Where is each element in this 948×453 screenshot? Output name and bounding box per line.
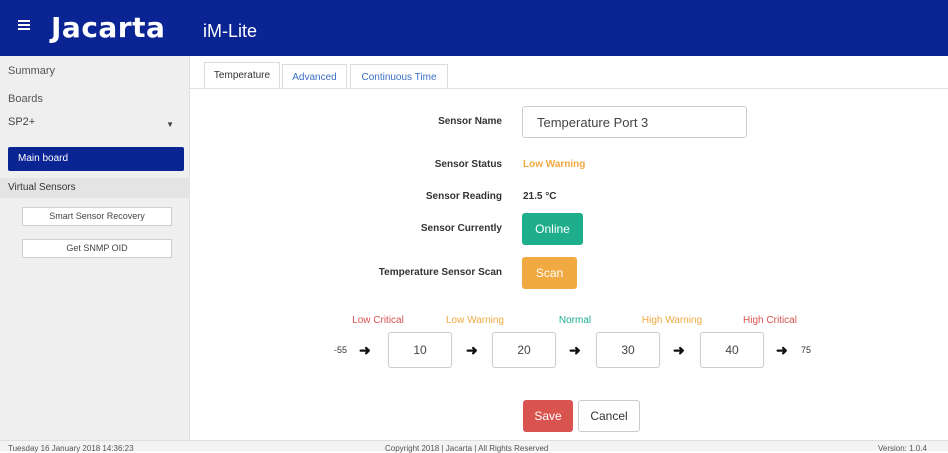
threshold-input-high-critical[interactable]: 40 <box>700 332 764 368</box>
tab-advanced[interactable]: Advanced <box>282 64 347 88</box>
footer-datetime: Tuesday 16 January 2018 14:36:23 <box>8 444 134 453</box>
top-bar: Jacarta iM-Lite <box>0 0 948 56</box>
sensor-reading-label: Sensor Reading <box>425 191 502 202</box>
arrow-right-icon: ➜ <box>776 342 788 358</box>
temperature-sensor-scan-label: Temperature Sensor Scan <box>378 267 502 278</box>
footer-copyright: Copyright 2018 | Jacarta | All Rights Re… <box>385 444 549 453</box>
footer: Tuesday 16 January 2018 14:36:23 Copyrig… <box>0 440 948 453</box>
board-select[interactable]: SP2+ ▼ <box>8 116 180 136</box>
threshold-label-high-critical: High Critical <box>743 315 797 326</box>
threshold-min: -55 <box>334 345 348 355</box>
sidebar-item-boards[interactable]: Boards <box>8 93 43 105</box>
save-button[interactable]: Save <box>523 400 573 432</box>
caret-down-icon: ▼ <box>166 120 174 129</box>
threshold-label-normal: Normal <box>558 315 592 326</box>
board-select-value: SP2+ <box>8 116 36 128</box>
tab-temperature[interactable]: Temperature <box>204 62 280 88</box>
hamburger-icon[interactable] <box>18 18 34 32</box>
sidebar-item-virtual-sensors[interactable]: Virtual Sensors <box>0 178 190 198</box>
sensor-name-label: Sensor Name <box>438 116 502 127</box>
threshold-input-high-warning[interactable]: 30 <box>596 332 660 368</box>
arrow-right-icon: ➜ <box>359 342 371 358</box>
tab-divider <box>190 88 948 89</box>
sidebar-item-main-board[interactable]: Main board <box>8 147 184 171</box>
footer-version: Version: 1.0.4 <box>878 444 927 453</box>
product-name: iM-Lite <box>203 21 258 41</box>
threshold-label-low-warning: Low Warning <box>446 315 504 326</box>
sensor-reading-value: 21.5 °C <box>523 191 557 202</box>
sensor-status-label: Sensor Status <box>434 159 502 170</box>
brand-logo: Jacarta <box>51 11 166 44</box>
threshold-input-low-critical[interactable]: 10 <box>388 332 452 368</box>
sensor-name-input[interactable] <box>522 106 747 138</box>
threshold-max: 75 <box>801 345 812 355</box>
sidebar: Summary Boards SP2+ ▼ Main board Virtual… <box>0 56 190 440</box>
arrow-right-icon: ➜ <box>569 342 581 358</box>
cancel-button[interactable]: Cancel <box>578 400 640 432</box>
get-snmp-oid-button[interactable]: Get SNMP OID <box>22 239 172 258</box>
sensor-currently-label: Sensor Currently <box>420 223 502 234</box>
tab-continuous-time[interactable]: Continuous Time <box>350 64 448 88</box>
threshold-label-low-critical: Low Critical <box>352 315 404 326</box>
threshold-input-low-warning[interactable]: 20 <box>492 332 556 368</box>
smart-sensor-recovery-button[interactable]: Smart Sensor Recovery <box>22 207 172 226</box>
online-button[interactable]: Online <box>522 213 583 245</box>
arrow-right-icon: ➜ <box>673 342 685 358</box>
sensor-status-value: Low Warning <box>523 159 586 170</box>
threshold-label-high-warning: High Warning <box>641 315 703 326</box>
arrow-right-icon: ➜ <box>466 342 478 358</box>
scan-button[interactable]: Scan <box>522 257 577 289</box>
sidebar-item-summary[interactable]: Summary <box>8 65 55 77</box>
